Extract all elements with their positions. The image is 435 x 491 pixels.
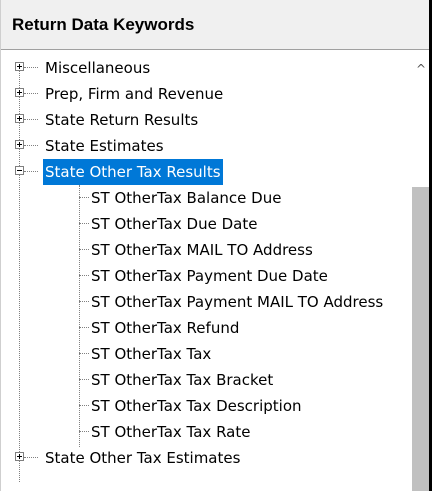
tree-item-label: Miscellaneous xyxy=(45,59,151,77)
tree-item-label: State Estimates xyxy=(45,137,164,155)
expand-plus-icon[interactable] xyxy=(15,452,24,461)
connector-line xyxy=(24,67,38,69)
keyword-tree: Miscellaneous Prep, Firm and Revenue Sta… xyxy=(1,51,429,491)
tree-child-label: ST OtherTax Tax Description xyxy=(91,397,302,415)
tree-child-label: ST OtherTax Balance Due xyxy=(91,189,282,207)
connector-line xyxy=(79,223,89,225)
connector-line xyxy=(79,327,89,329)
expand-plus-icon[interactable] xyxy=(15,140,24,149)
connector-line xyxy=(24,171,38,173)
tree-item-label: State Return Results xyxy=(45,111,199,129)
connector-line xyxy=(24,145,38,147)
expand-plus-icon[interactable] xyxy=(15,62,24,71)
connector-line xyxy=(79,197,89,199)
expand-plus-icon[interactable] xyxy=(15,114,24,123)
connector-line xyxy=(79,353,89,355)
tree-root-line xyxy=(19,64,21,482)
connector-line xyxy=(79,405,89,407)
tree-child-label: ST OtherTax Payment Due Date xyxy=(91,267,328,285)
connector-line xyxy=(24,119,38,121)
tree-child-label: ST OtherTax Tax Rate xyxy=(91,423,251,441)
connector-line xyxy=(79,301,89,303)
connector-line xyxy=(79,249,89,251)
tree-item-label: State Other Tax Estimates xyxy=(45,449,241,467)
tree-child-label: ST OtherTax Tax xyxy=(91,345,212,363)
connector-line xyxy=(24,93,38,95)
tree-child-label: ST OtherTax Due Date xyxy=(91,215,258,233)
collapse-minus-icon[interactable] xyxy=(15,166,24,175)
connector-line xyxy=(79,379,89,381)
tree-child-label: ST OtherTax Tax Bracket xyxy=(91,371,274,389)
panel-title: Return Data Keywords xyxy=(1,0,429,50)
tree-child-label: ST OtherTax MAIL TO Address xyxy=(91,241,313,259)
tree-item-label: Prep, Firm and Revenue xyxy=(45,85,224,103)
tree-item-label: State Other Tax Results xyxy=(43,159,223,185)
connector-line xyxy=(24,457,38,459)
keywords-panel: Return Data Keywords Miscellaneous Prep,… xyxy=(0,0,432,491)
tree-child-label: ST OtherTax Payment MAIL TO Address xyxy=(91,293,384,311)
tree-child-label: ST OtherTax Refund xyxy=(91,319,240,337)
connector-line xyxy=(79,275,89,277)
scroll-up-arrow-icon[interactable]: ^ xyxy=(414,62,428,76)
connector-line xyxy=(79,431,89,433)
expand-plus-icon[interactable] xyxy=(15,88,24,97)
scrollbar-thumb[interactable] xyxy=(412,187,429,491)
